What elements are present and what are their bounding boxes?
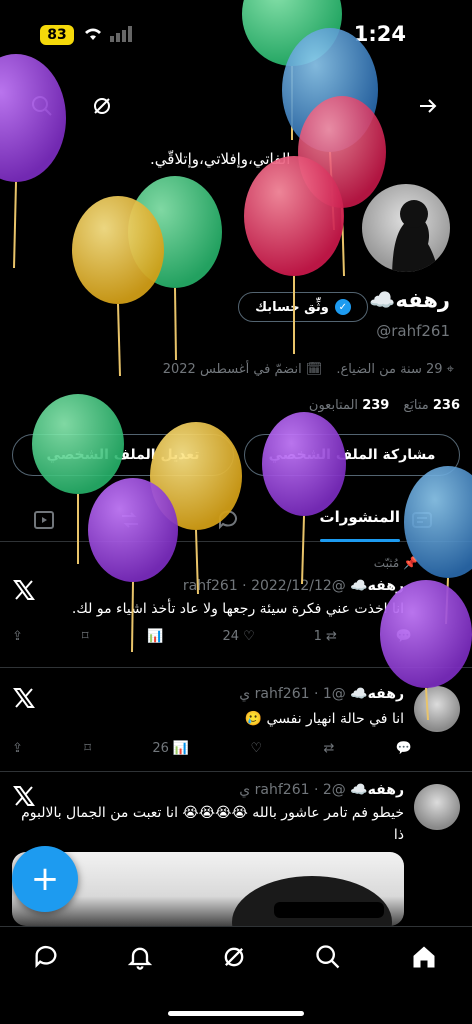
search-nav-icon[interactable] [312,941,344,973]
bottom-nav [0,926,472,1024]
like-button[interactable]: ♡ [250,741,262,756]
balloon-purple-left [0,54,66,269]
balloon-red-center [244,156,344,354]
post-text: خيطو فم تامر عاشور بالله 😭😭😭😭 انا تعبت م… [21,805,404,843]
share-icon[interactable]: ⇪ [12,741,23,756]
bookmark-icon[interactable]: ⌑ [84,741,91,756]
balloon-yellow-mid [72,196,164,377]
grok-icon[interactable] [218,941,250,973]
home-indicator [168,1011,304,1016]
post-header: رهفه☁️ @rahf261 · 2 ي [239,782,404,798]
post-actions: ⇪ ⌑ 26 📊 ♡ ⇄ 💬 [12,736,412,760]
bell-icon[interactable] [124,941,156,973]
messages-icon[interactable] [30,941,62,973]
reply-icon[interactable]: 💬 [396,741,412,756]
balloon-purple-low [88,478,178,653]
avatar[interactable] [414,784,460,830]
home-icon[interactable] [408,941,440,973]
views-button[interactable]: 26 📊 [152,741,189,756]
compose-button[interactable]: + [12,846,78,912]
balloons-overlay [0,0,472,720]
balloon-purple-center [262,412,346,585]
balloon-purple-right [380,580,472,720]
repost-button[interactable]: ⇄ [323,741,334,756]
